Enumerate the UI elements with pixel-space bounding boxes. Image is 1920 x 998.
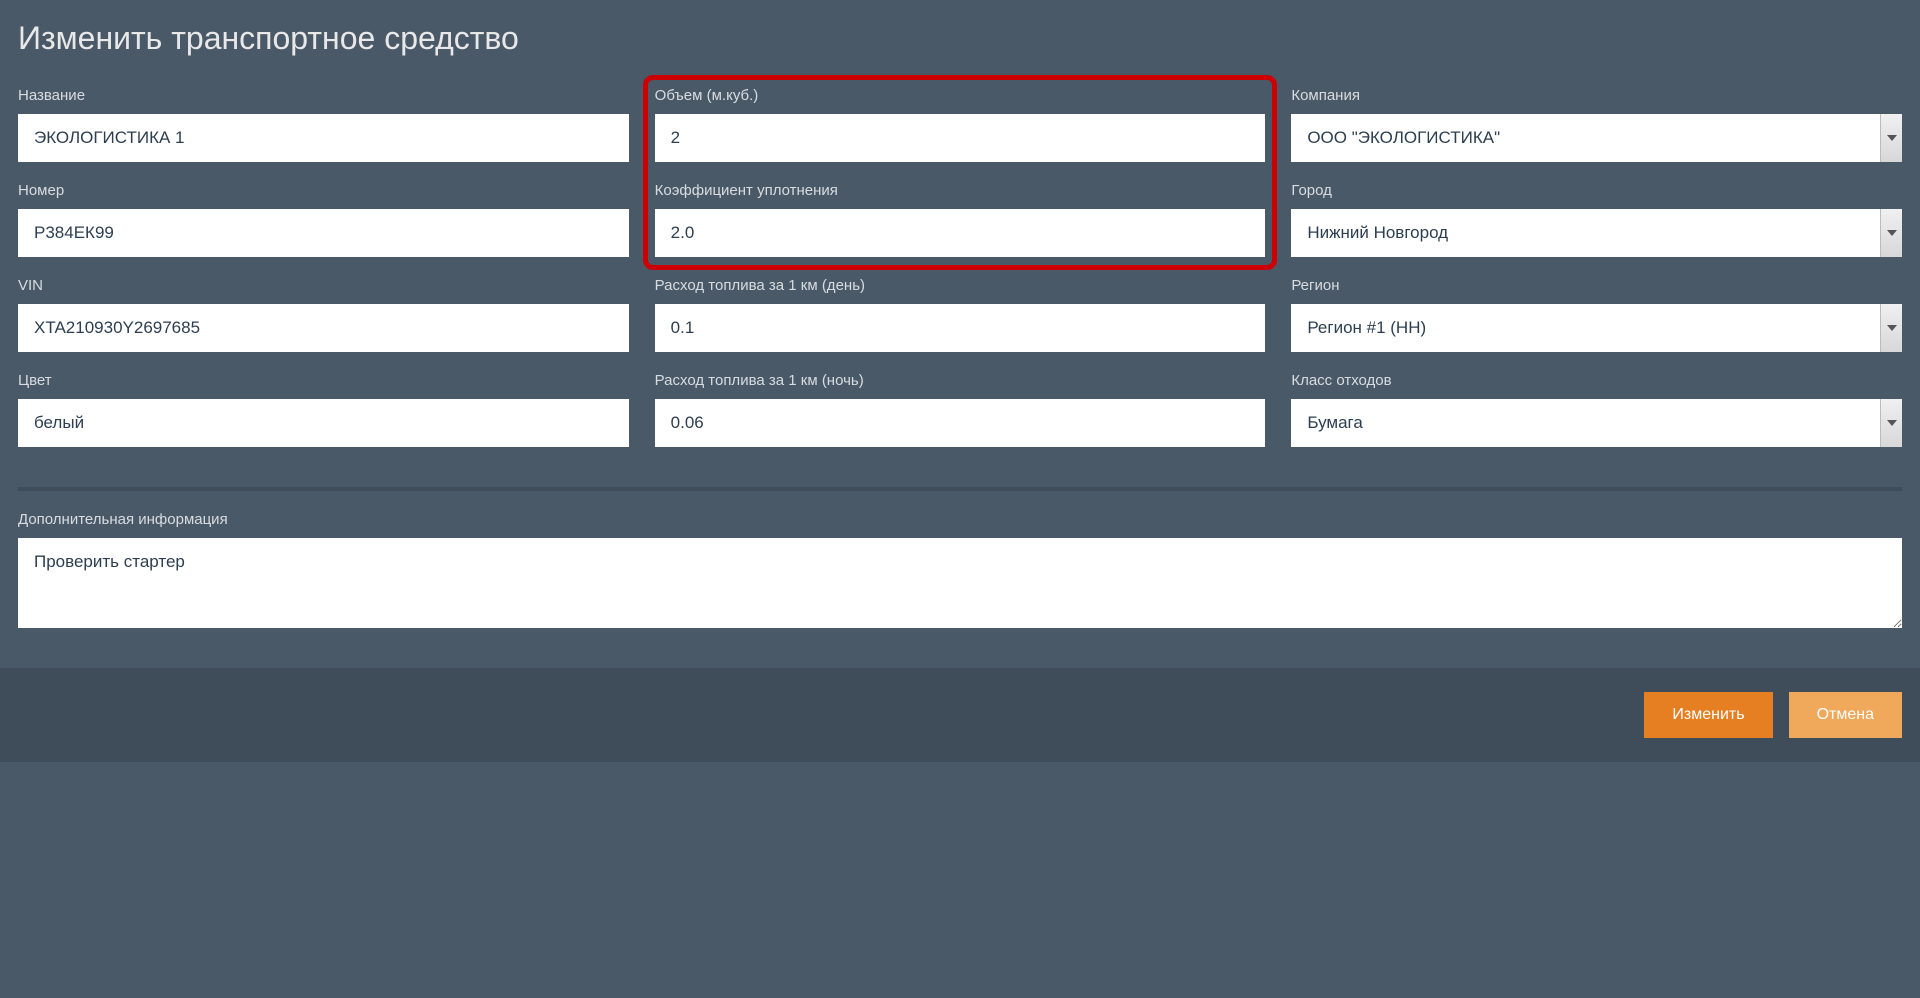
field-fuel-day: Расход топлива за 1 км (день) [655, 277, 1266, 352]
label-additional-info: Дополнительная информация [18, 511, 1902, 528]
field-vin: VIN [18, 277, 629, 352]
field-city: Город Нижний Новгород [1291, 182, 1902, 257]
form-column-1: Название Номер VIN Цвет [18, 87, 629, 447]
select-region-button[interactable] [1880, 304, 1902, 352]
select-waste-class-value: Бумага [1291, 399, 1880, 447]
select-region[interactable]: Регион #1 (НН) [1291, 304, 1902, 352]
label-color: Цвет [18, 372, 629, 389]
form-content: Название Номер VIN Цвет Объем (м.куб.) [0, 87, 1920, 648]
field-volume: Объем (м.куб.) [655, 87, 1266, 162]
chevron-down-icon [1887, 325, 1897, 331]
field-number: Номер [18, 182, 629, 257]
label-fuel-night: Расход топлива за 1 км (ночь) [655, 372, 1266, 389]
label-compaction: Коэффициент уплотнения [655, 182, 1266, 199]
field-waste-class: Класс отходов Бумага [1291, 372, 1902, 447]
input-fuel-day[interactable] [655, 304, 1266, 352]
field-fuel-night: Расход топлива за 1 км (ночь) [655, 372, 1266, 447]
page-header: Изменить транспортное средство [0, 0, 1920, 87]
chevron-down-icon [1887, 135, 1897, 141]
section-divider [18, 487, 1902, 491]
label-waste-class: Класс отходов [1291, 372, 1902, 389]
select-city[interactable]: Нижний Новгород [1291, 209, 1902, 257]
footer-actions: Изменить Отмена [0, 668, 1920, 762]
form-column-3: Компания ООО "ЭКОЛОГИСТИКА" Город Нижний… [1291, 87, 1902, 447]
select-waste-class-button[interactable] [1880, 399, 1902, 447]
input-name[interactable] [18, 114, 629, 162]
field-color: Цвет [18, 372, 629, 447]
input-vin[interactable] [18, 304, 629, 352]
label-number: Номер [18, 182, 629, 199]
select-region-value: Регион #1 (НН) [1291, 304, 1880, 352]
cancel-button[interactable]: Отмена [1789, 692, 1902, 738]
page-title: Изменить транспортное средство [18, 20, 1902, 57]
label-region: Регион [1291, 277, 1902, 294]
input-compaction[interactable] [655, 209, 1266, 257]
submit-button[interactable]: Изменить [1644, 692, 1772, 738]
select-company[interactable]: ООО "ЭКОЛОГИСТИКА" [1291, 114, 1902, 162]
form-column-2: Объем (м.куб.) Коэффициент уплотнения Ра… [655, 87, 1266, 447]
label-name: Название [18, 87, 629, 104]
field-company: Компания ООО "ЭКОЛОГИСТИКА" [1291, 87, 1902, 162]
textarea-additional-info[interactable] [18, 538, 1902, 628]
label-city: Город [1291, 182, 1902, 199]
label-vin: VIN [18, 277, 629, 294]
input-number[interactable] [18, 209, 629, 257]
field-compaction: Коэффициент уплотнения [655, 182, 1266, 257]
input-color[interactable] [18, 399, 629, 447]
label-company: Компания [1291, 87, 1902, 104]
field-name: Название [18, 87, 629, 162]
select-company-value: ООО "ЭКОЛОГИСТИКА" [1291, 114, 1880, 162]
select-city-value: Нижний Новгород [1291, 209, 1880, 257]
label-fuel-day: Расход топлива за 1 км (день) [655, 277, 1266, 294]
label-volume: Объем (м.куб.) [655, 87, 1266, 104]
form-grid: Название Номер VIN Цвет Объем (м.куб.) [18, 87, 1902, 467]
input-fuel-night[interactable] [655, 399, 1266, 447]
select-waste-class[interactable]: Бумага [1291, 399, 1902, 447]
input-volume[interactable] [655, 114, 1266, 162]
select-company-button[interactable] [1880, 114, 1902, 162]
additional-info-section: Дополнительная информация [18, 511, 1902, 648]
field-additional-info: Дополнительная информация [18, 511, 1902, 628]
field-region: Регион Регион #1 (НН) [1291, 277, 1902, 352]
chevron-down-icon [1887, 420, 1897, 426]
chevron-down-icon [1887, 230, 1897, 236]
select-city-button[interactable] [1880, 209, 1902, 257]
